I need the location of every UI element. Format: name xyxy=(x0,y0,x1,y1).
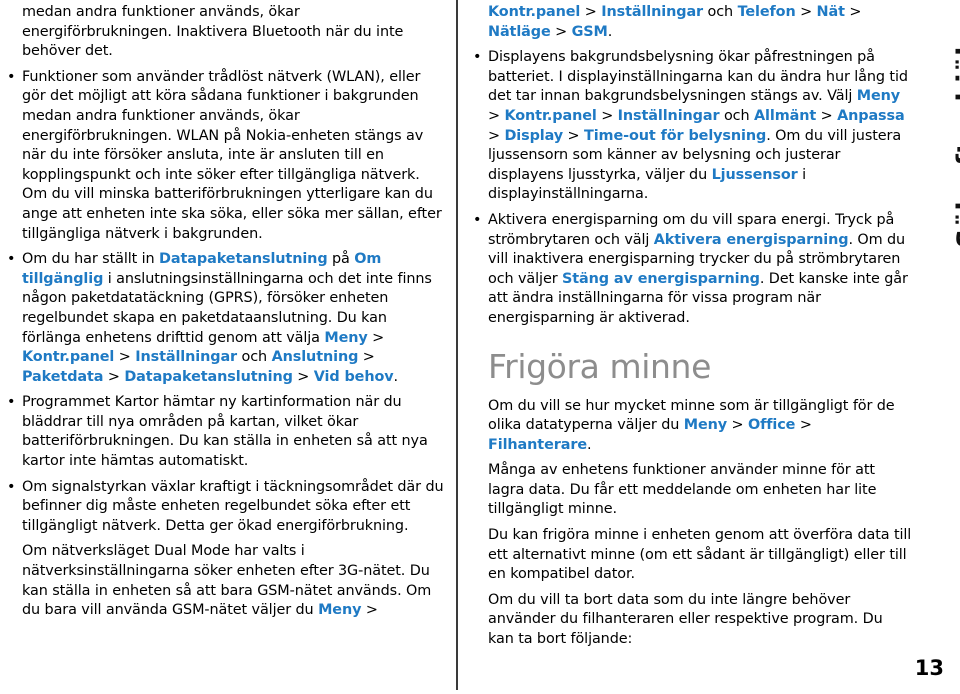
inline-link: Nät xyxy=(816,4,845,20)
path-separator: > xyxy=(795,4,817,20)
path-separator: > xyxy=(727,417,748,434)
inline-link: Inställningar xyxy=(601,4,704,20)
path-separator: > xyxy=(114,349,136,366)
bullet-paragraph: • Om signalstyrkan växlar kraftigt i täck… xyxy=(7,478,446,537)
inline-link: Nätläge xyxy=(488,23,551,40)
path-separator: > xyxy=(844,4,862,20)
body-text: och xyxy=(237,349,272,366)
inline-link: Office xyxy=(747,417,796,434)
body-text: Du kan frigöra minne i enheten genom att… xyxy=(488,527,912,583)
left-column-blocks: medan andra funktioner används, ökar ene… xyxy=(7,3,446,621)
body-text: på xyxy=(327,251,355,268)
left-text-column: medan andra funktioner används, ökar ene… xyxy=(7,0,446,627)
bullet-icon: • xyxy=(7,251,16,268)
body-text: Om du vill ta bort data som du inte läng… xyxy=(488,591,883,648)
inline-link: Inställningar xyxy=(617,107,720,124)
path-separator: > xyxy=(358,349,375,366)
inline-link: Stäng av energisparning xyxy=(562,270,760,287)
inline-link: Meny xyxy=(856,88,901,105)
body-text: . xyxy=(607,23,613,40)
side-tab-label: Sök efter hjälp xyxy=(952,27,960,248)
inline-link: Paketdata xyxy=(22,368,104,385)
body-text: Displayens bakgrundsbelysning ökar påfre… xyxy=(488,49,908,105)
paragraph: Om du vill ta bort data som du inte läng… xyxy=(488,591,912,650)
inline-link: Allmänt xyxy=(754,107,817,124)
body-text: och xyxy=(719,107,754,124)
page-number: 13 xyxy=(914,656,944,680)
inline-link: Anpassa xyxy=(837,107,905,124)
right-text-column: Kontr.panel > Inställningar och Telefon … xyxy=(473,0,912,656)
paragraph: medan andra funktioner används, ökar ene… xyxy=(22,3,446,62)
bullet-icon: • xyxy=(473,211,482,228)
paragraph: Om nätverksläget Dual Mode har valts i n… xyxy=(22,542,446,620)
body-text: Om du har ställt in xyxy=(22,251,160,268)
section-heading: Frigöra minne xyxy=(488,346,711,386)
path-separator: > xyxy=(367,329,385,346)
bullet-icon: • xyxy=(7,68,16,85)
inline-link: Datapaketanslutning xyxy=(124,368,293,385)
inline-link: Meny xyxy=(318,602,362,619)
inline-link: Inställningar xyxy=(135,349,238,366)
inline-link: Kontr.panel xyxy=(488,4,581,20)
paragraph: Du kan frigöra minne i enheten genom att… xyxy=(488,526,912,585)
path-separator: > xyxy=(361,602,378,619)
bullet-paragraph: • Funktioner som använder trådlöst nätver… xyxy=(7,68,446,244)
body-text: Funktioner som använder trådlöst nätverk… xyxy=(22,68,442,242)
bullet-paragraph: • Aktivera energisparning om du vill spar… xyxy=(473,211,912,329)
inline-link: Kontr.panel xyxy=(22,349,115,366)
inline-link: Anslutning xyxy=(271,349,359,366)
right-column-blocks-after-heading: Om du vill se hur mycket minne som är ti… xyxy=(488,397,912,650)
body-text: Programmet Kartor hämtar ny kartinformat… xyxy=(22,394,428,470)
path-separator: > xyxy=(103,368,125,385)
inline-link: Time-out för belysning xyxy=(584,127,767,144)
path-separator: > xyxy=(563,127,584,144)
inline-link: Telefon xyxy=(737,4,796,20)
bullet-paragraph: • Om du har ställt in Datapaketanslutning… xyxy=(7,250,446,387)
body-text: . xyxy=(587,436,592,453)
inline-link: GSM xyxy=(571,23,608,40)
bullet-paragraph: • Programmet Kartor hämtar ny kartinforma… xyxy=(7,393,446,471)
bullet-icon: • xyxy=(473,49,482,66)
right-column-blocks: Kontr.panel > Inställningar och Telefon … xyxy=(473,3,912,329)
bullet-icon: • xyxy=(7,394,16,411)
inline-link: Filhanterare xyxy=(488,436,588,453)
path-separator: > xyxy=(292,368,314,385)
document-page: medan andra funktioner används, ökar ene… xyxy=(0,0,960,694)
inline-link: Datapaketanslutning xyxy=(159,251,328,268)
path-separator: > xyxy=(550,23,572,40)
path-separator: > xyxy=(816,107,838,124)
body-text: Många av enhetens funktioner använder mi… xyxy=(488,462,877,518)
path-separator: > xyxy=(795,417,812,434)
inline-link: Vid behov xyxy=(313,368,394,385)
bullet-icon: • xyxy=(7,478,16,495)
side-tab: Sök efter hjälp xyxy=(912,0,960,260)
inline-link: Aktivera energisparning xyxy=(653,231,849,248)
section-heading-wrap: Frigöra minne xyxy=(488,347,912,387)
inline-link: Kontr.panel xyxy=(504,107,597,124)
inline-link: Meny xyxy=(324,329,368,346)
paragraph: Många av enhetens funktioner använder mi… xyxy=(488,461,912,520)
path-separator: > xyxy=(580,4,602,20)
path-separator: > xyxy=(488,107,505,124)
inline-link: Ljussensor xyxy=(711,166,798,183)
column-divider xyxy=(456,0,458,690)
inline-link: Display xyxy=(504,127,564,144)
path-separator: > xyxy=(596,107,618,124)
body-text: . xyxy=(393,368,399,385)
paragraph: Kontr.panel > Inställningar och Telefon … xyxy=(488,3,912,42)
body-text: medan andra funktioner används, ökar ene… xyxy=(22,4,404,60)
path-separator: > xyxy=(488,127,505,144)
inline-link: Meny xyxy=(683,417,728,434)
bullet-paragraph: • Displayens bakgrundsbelysning ökar påfr… xyxy=(473,48,912,205)
body-text: och xyxy=(703,4,738,20)
paragraph: Om du vill se hur mycket minne som är ti… xyxy=(488,397,912,456)
body-text: Om signalstyrkan växlar kraftigt i täckn… xyxy=(22,478,444,534)
